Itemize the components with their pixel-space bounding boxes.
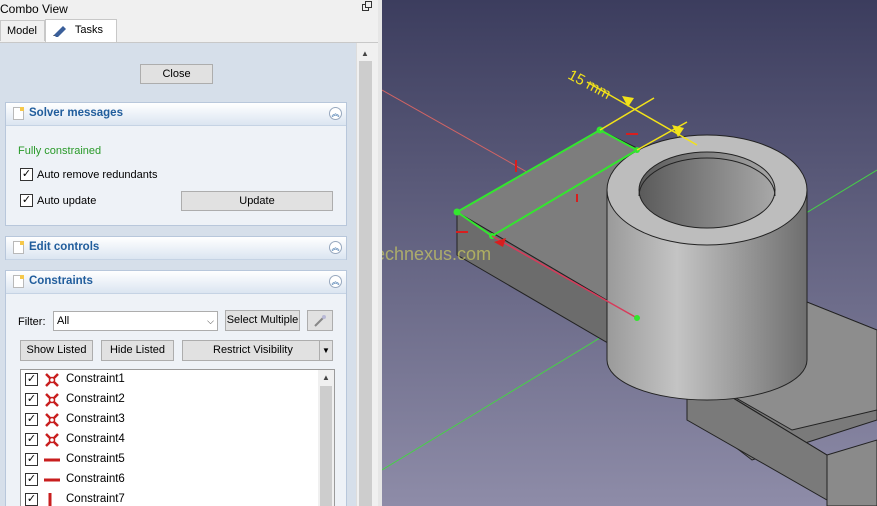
- constraint-name: Constraint7: [66, 493, 125, 505]
- task-panel-scrollbar[interactable]: ▲: [356, 43, 375, 506]
- constraint-row[interactable]: ✓ Constraint7: [21, 490, 317, 506]
- hide-listed-button[interactable]: Hide Listed: [101, 340, 174, 361]
- constraint-row[interactable]: ✓ Constraint1: [21, 370, 317, 390]
- solver-messages-header[interactable]: Solver messages ︽: [6, 103, 346, 126]
- scroll-up-arrow-icon[interactable]: ▲: [322, 373, 330, 382]
- edit-controls-box: Edit controls ︽: [5, 236, 347, 260]
- chevron-down-icon: ⌵: [207, 316, 214, 326]
- edit-controls-header[interactable]: Edit controls ︽: [6, 237, 346, 260]
- constraint-name: Constraint3: [66, 413, 125, 425]
- show-listed-button[interactable]: Show Listed: [20, 340, 93, 361]
- tab-model[interactable]: Model: [0, 20, 45, 41]
- coincident-icon: [43, 432, 61, 448]
- constraint-name: Constraint2: [66, 393, 125, 405]
- undock-icon[interactable]: [362, 1, 372, 11]
- settings-wand-button[interactable]: [307, 310, 333, 331]
- tab-tasks[interactable]: Tasks: [45, 19, 117, 42]
- horizontal-icon: [43, 452, 61, 468]
- constraint-row[interactable]: ✓ Constraint4: [21, 430, 317, 450]
- restrict-visibility-label: Restrict Visibility: [213, 344, 293, 356]
- constraint-row[interactable]: ✓ Constraint3: [21, 410, 317, 430]
- constraint-row[interactable]: ✓ Constraint2: [21, 390, 317, 410]
- coincident-icon: [43, 412, 61, 428]
- task-panel: Close Solver messages ︽ Fully constraine…: [0, 43, 356, 506]
- 3d-scene[interactable]: 15 mm technexus.com: [382, 0, 877, 506]
- document-icon: [13, 107, 24, 120]
- solver-messages-box: Solver messages ︽ Fully constrained ✓ Au…: [5, 102, 347, 226]
- filter-value: All: [57, 315, 70, 327]
- constraint-visibility-checkbox[interactable]: ✓: [25, 493, 38, 506]
- auto-update-label: Auto update: [37, 195, 97, 207]
- constraint-visibility-checkbox[interactable]: ✓: [25, 473, 38, 486]
- constraint-visibility-checkbox[interactable]: ✓: [25, 393, 38, 406]
- constraint-visibility-checkbox[interactable]: ✓: [25, 373, 38, 386]
- scrollbar-thumb[interactable]: [359, 61, 372, 506]
- collapse-icon[interactable]: ︽: [329, 107, 342, 120]
- solver-status: Fully constrained: [18, 145, 102, 157]
- auto-remove-redundants-checkbox[interactable]: ✓: [20, 168, 33, 181]
- filter-select[interactable]: All ⌵: [53, 311, 218, 331]
- constraint-visibility-checkbox[interactable]: ✓: [25, 413, 38, 426]
- auto-remove-redundants-label: Auto remove redundants: [37, 169, 158, 181]
- watermark: technexus.com: [382, 244, 491, 264]
- coincident-icon: [43, 392, 61, 408]
- constraint-name: Constraint6: [66, 473, 125, 485]
- wand-icon: [313, 315, 327, 331]
- combo-view-tabs: Model Tasks: [0, 18, 378, 43]
- collapse-icon[interactable]: ︽: [329, 241, 342, 254]
- document-icon: [13, 241, 24, 254]
- select-multiple-button[interactable]: Select Multiple: [225, 310, 300, 331]
- vertical-icon: [43, 492, 61, 506]
- constraints-title: Constraints: [29, 275, 93, 287]
- constraint-name: Constraint4: [66, 433, 125, 445]
- close-button[interactable]: Close: [140, 64, 213, 84]
- constraint-row[interactable]: ✓ Constraint5: [21, 450, 317, 470]
- boss-cylinder: [606, 134, 808, 401]
- constraints-list: ✓ Constraint1 ✓ Constraint2 ✓ Constraint3 ✓ Con…: [20, 369, 335, 506]
- scrollbar-thumb[interactable]: [320, 386, 332, 506]
- list-scrollbar[interactable]: ▲: [318, 370, 334, 506]
- filter-label: Filter:: [18, 316, 46, 328]
- coincident-icon: [43, 372, 61, 388]
- auto-update-checkbox[interactable]: ✓: [20, 194, 33, 207]
- constraint-name: Constraint1: [66, 373, 125, 385]
- scroll-up-arrow-icon[interactable]: ▲: [361, 49, 369, 58]
- constraint-visibility-checkbox[interactable]: ✓: [25, 453, 38, 466]
- document-icon: [13, 275, 24, 288]
- constraint-row[interactable]: ✓ Constraint6: [21, 470, 317, 490]
- tab-tasks-label: Tasks: [74, 24, 103, 36]
- combo-view-titlebar: Combo View: [0, 0, 376, 17]
- collapse-icon[interactable]: ︽: [329, 275, 342, 288]
- horizontal-icon: [43, 472, 61, 488]
- update-button[interactable]: Update: [181, 191, 333, 211]
- restrict-visibility-button[interactable]: Restrict Visibility ▼: [182, 340, 333, 361]
- pencil-icon: [52, 24, 68, 39]
- solver-messages-title: Solver messages: [29, 107, 123, 119]
- combo-view: Combo View Model Tasks Close Solver mess…: [0, 0, 378, 506]
- chevron-down-icon[interactable]: ▼: [319, 341, 332, 360]
- combo-view-title: Combo View: [0, 2, 68, 16]
- 3d-viewport[interactable]: 15 mm technexus.com: [382, 0, 877, 506]
- tab-model-label: Model: [7, 25, 37, 37]
- constraint-visibility-checkbox[interactable]: ✓: [25, 433, 38, 446]
- constraints-box: Constraints ︽ Filter: All ⌵ Select Multi…: [5, 270, 347, 506]
- constraint-name: Constraint5: [66, 453, 125, 465]
- edit-controls-title: Edit controls: [29, 241, 100, 253]
- constraints-header[interactable]: Constraints ︽: [6, 271, 346, 294]
